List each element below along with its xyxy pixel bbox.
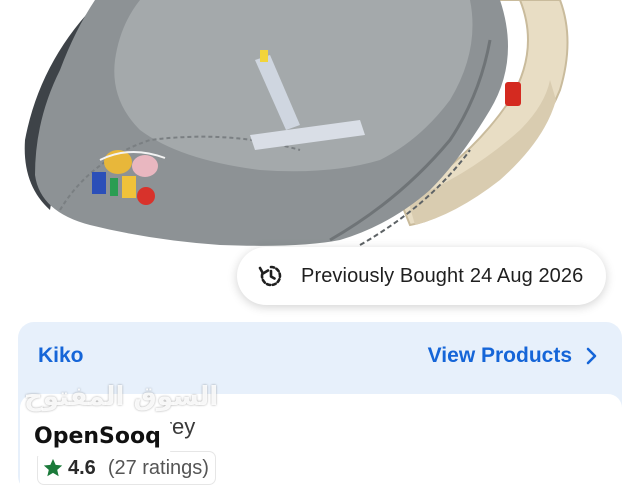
watermark-arabic: السوق المفتوح [24,382,219,412]
seller-name[interactable]: Kiko [38,344,84,368]
chevron-right-icon [586,347,598,365]
previously-bought-date: 24 Aug 2026 [469,264,584,287]
opensooq-watermark: السوق المفتوح OpenSooq [20,380,218,460]
history-icon [257,262,285,290]
watermark-latin: OpenSooq [24,418,171,456]
view-products-label: View Products [427,344,572,367]
previously-bought-text: Previously Bought 24 Aug 2026 [301,265,583,288]
view-products-button[interactable]: View Products [428,344,598,368]
previously-bought-prefix: Previously Bought [301,264,464,287]
star-icon [42,457,64,479]
previously-bought-badge: Previously Bought 24 Aug 2026 [237,247,606,305]
